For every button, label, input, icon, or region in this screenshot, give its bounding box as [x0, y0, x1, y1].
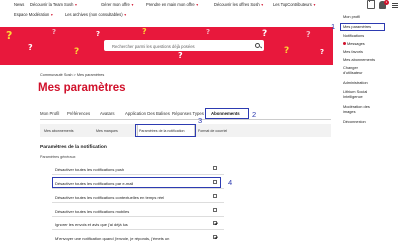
- nav-moderation[interactable]: Espace Modération▼: [14, 12, 54, 17]
- chevron-down-icon: ▼: [312, 3, 316, 7]
- tab-tags[interactable]: Application Des Balises: [125, 111, 170, 116]
- notification-badge: 1: [384, 0, 389, 5]
- row-divider: [52, 216, 224, 217]
- menu-item-messages[interactable]: Messages: [343, 41, 365, 47]
- setting-label-mobile: Désactiver toutes les notifications mobi…: [55, 209, 130, 214]
- question-mark-decoration: ?: [52, 28, 57, 36]
- annotation-box-4: [52, 177, 221, 188]
- tab-preferences[interactable]: Préférences: [67, 111, 90, 116]
- menu-icon[interactable]: [392, 3, 398, 8]
- setting-label-notify-own-posts: M'envoyer une notification quand j'envoi…: [55, 236, 170, 241]
- menu-item-logout[interactable]: Déconnexion: [343, 119, 366, 125]
- message-dot-icon: [343, 42, 346, 46]
- nav-discover-offers-label: Découvrir les offres Sosh: [214, 2, 260, 7]
- chevron-down-icon: ▼: [130, 3, 134, 7]
- row-divider: [52, 229, 224, 230]
- setting-label-ignore-read: Ignorer les envois et avis que j'ai déjà…: [55, 222, 128, 227]
- checkbox-disable-mobile[interactable]: [213, 208, 217, 212]
- subtab-email-format[interactable]: Format de courriel: [198, 129, 227, 133]
- nav-topcontributors-label: Les TopContributeurs: [273, 2, 312, 7]
- question-mark-decoration: ?: [306, 30, 311, 39]
- menu-item-switch-user[interactable]: Changer d'utilisateur: [343, 65, 371, 75]
- question-mark-decoration: ?: [28, 43, 33, 52]
- row-divider: [52, 174, 224, 175]
- annotation-box-3: [135, 124, 196, 137]
- row-divider: [52, 202, 224, 203]
- chevron-down-icon: ▼: [260, 3, 264, 7]
- menu-item-image-moderation[interactable]: Modération des images: [343, 104, 371, 114]
- nav-topcontributors[interactable]: Les TopContributeurs▼: [273, 2, 316, 7]
- question-mark-decoration: ?: [320, 48, 325, 56]
- section-subtitle: Paramètres généraux: [40, 155, 76, 159]
- breadcrumb[interactable]: Communauté Sosh > Mes paramètres: [40, 73, 104, 77]
- question-mark-decoration: ?: [74, 47, 80, 57]
- annotation-box-1: [340, 23, 385, 31]
- subtab-my-subscriptions[interactable]: Mes abonnements: [44, 129, 74, 133]
- nav-discover-offers[interactable]: Découvrir les offres Sosh▼: [214, 2, 264, 7]
- setting-label-push: Désactiver toutes les notifications push: [55, 167, 125, 172]
- menu-item-notifications[interactable]: Notifications: [343, 33, 364, 39]
- shopping-bag-icon[interactable]: [367, 0, 375, 9]
- search-input[interactable]: Rechercher parmi les questions déjà posé…: [112, 44, 195, 49]
- menu-item-subscriptions[interactable]: Mes abonnements: [343, 57, 375, 63]
- search-icon[interactable]: [255, 42, 260, 48]
- page-title: Mes paramètres: [38, 82, 126, 94]
- tab-divider: [40, 119, 331, 120]
- question-mark-decoration: ?: [262, 29, 268, 39]
- row-divider: [52, 188, 224, 189]
- user-dropdown-menu: Mon profil Mes paramètres Notifications …: [333, 12, 400, 246]
- nav-team-sosh-label: Découvrir la Team Sosh: [30, 2, 74, 7]
- nav-news[interactable]: News: [14, 2, 24, 7]
- menu-item-messages-label: Messages: [347, 41, 365, 46]
- tab-avatars[interactable]: Avatars: [100, 111, 115, 116]
- nav-archives[interactable]: Les archives (non consultables)▼: [65, 12, 127, 17]
- menu-item-profile[interactable]: Mon profil: [343, 14, 360, 20]
- checkbox-notify-own-posts[interactable]: [213, 235, 217, 239]
- question-mark-decoration: ?: [178, 51, 183, 60]
- chevron-down-icon: ▼: [50, 13, 54, 17]
- chevron-down-icon: ▼: [74, 3, 78, 7]
- menu-item-favorites[interactable]: Mes favoris: [343, 49, 363, 55]
- nav-manage-offer[interactable]: Gérer mon offre▼: [101, 2, 134, 7]
- nav-manage-offer-label: Gérer mon offre: [101, 2, 130, 7]
- checkbox-disable-realtime[interactable]: [213, 194, 217, 198]
- question-mark-decoration: ?: [96, 30, 101, 38]
- question-mark-decoration: ?: [6, 29, 13, 42]
- search-bar[interactable]: Rechercher parmi les questions déjà posé…: [104, 40, 264, 51]
- annotation-number-3: 3: [198, 116, 203, 125]
- section-title: Paramètres de la notification: [40, 145, 107, 150]
- nav-take-control-label: Prendre en main mon offre: [146, 2, 195, 7]
- menu-item-lithium[interactable]: Lithium Social Intelligence: [343, 89, 373, 99]
- setting-label-realtime: Désactiver toutes les notifications cont…: [55, 195, 165, 200]
- tab-profile[interactable]: Mon Profil: [40, 111, 59, 116]
- annotation-number-4: 4: [228, 178, 233, 187]
- question-mark-decoration: ?: [206, 28, 211, 36]
- checkbox-ignore-read[interactable]: [213, 221, 217, 225]
- menu-item-administration[interactable]: Administration: [343, 80, 368, 86]
- chevron-down-icon: ▼: [195, 3, 199, 7]
- subtab-my-brands[interactable]: Mes marques: [96, 129, 118, 133]
- nav-archives-label: Les archives (non consultables): [65, 12, 123, 17]
- annotation-number-1: 1: [331, 22, 336, 31]
- question-mark-decoration: ?: [284, 46, 290, 56]
- nav-moderation-label: Espace Modération: [14, 12, 50, 17]
- question-mark-decoration: ?: [142, 27, 147, 36]
- nav-take-control[interactable]: Prendre en main mon offre▼: [146, 2, 199, 7]
- annotation-number-2: 2: [252, 110, 257, 119]
- nav-team-sosh[interactable]: Découvrir la Team Sosh▼: [30, 2, 78, 7]
- checkbox-disable-push[interactable]: [213, 166, 217, 170]
- chevron-down-icon: ▼: [123, 13, 127, 17]
- annotation-box-2: [205, 108, 249, 119]
